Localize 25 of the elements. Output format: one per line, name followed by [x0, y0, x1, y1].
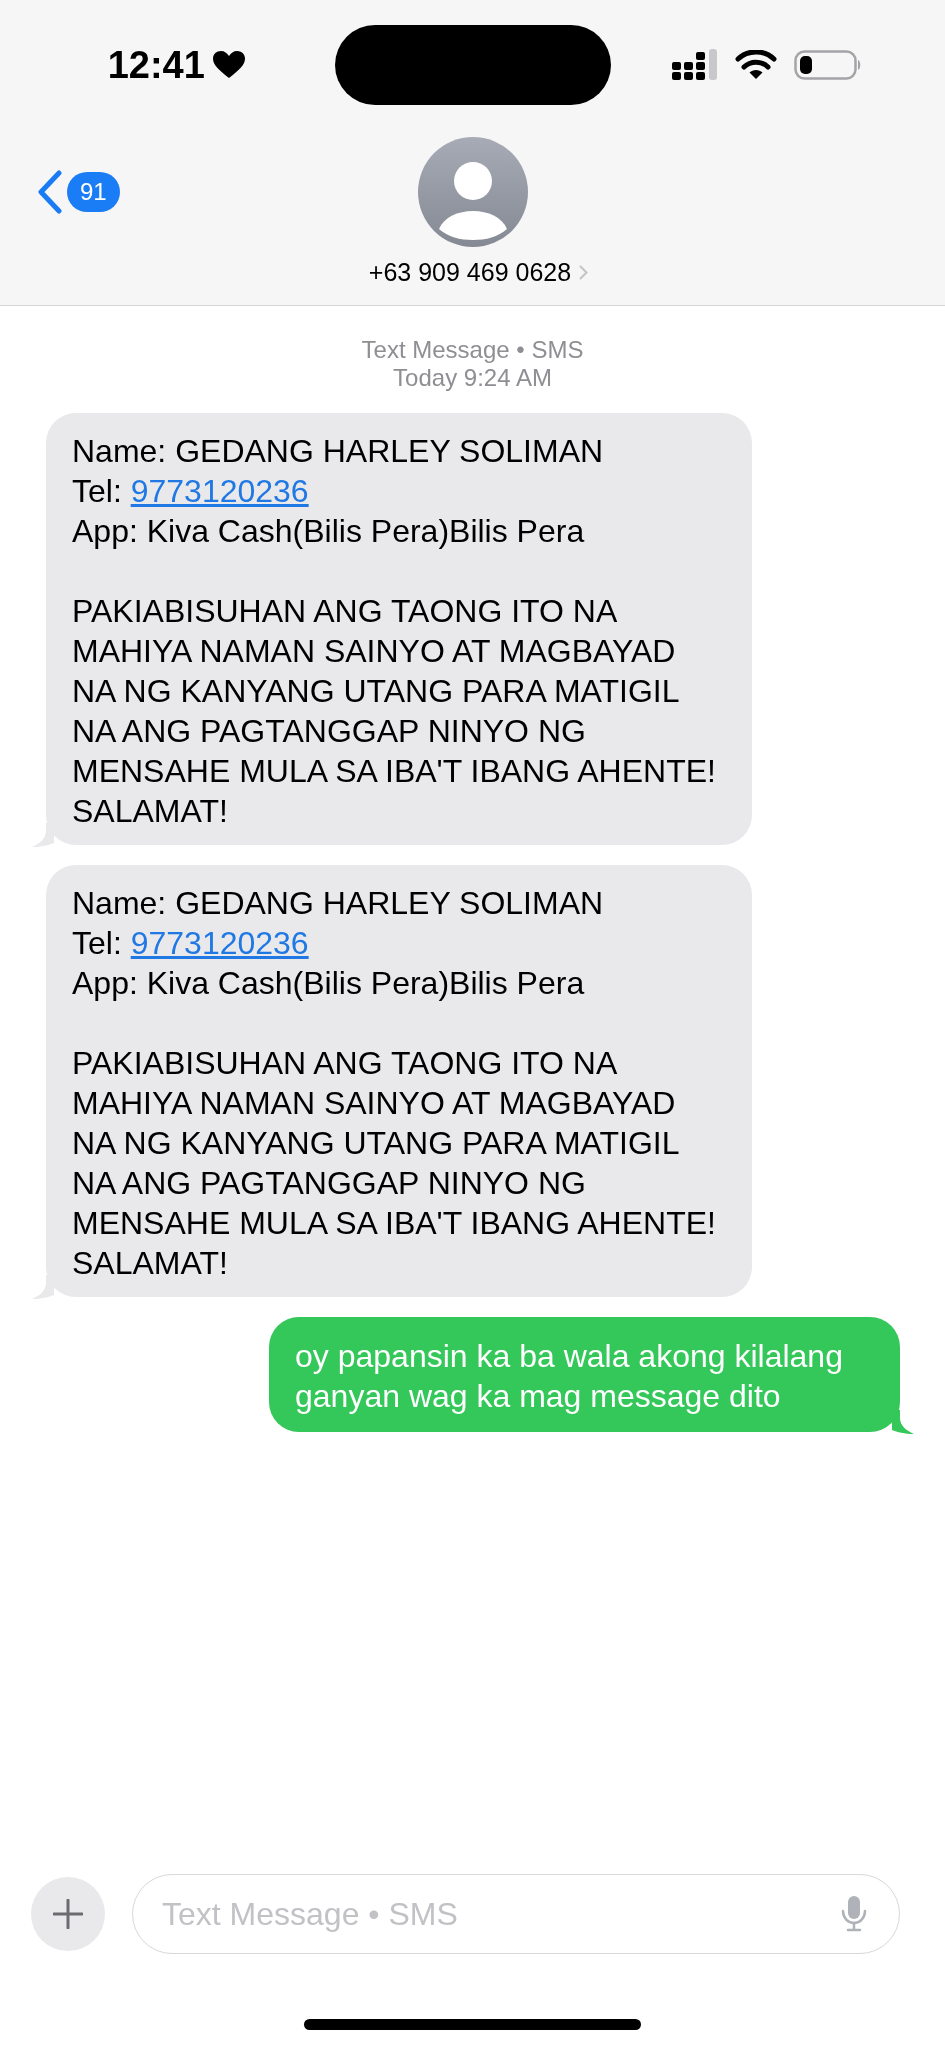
message-text: App: Kiva Cash(Bilis Pera)Bilis Pera: [72, 512, 586, 551]
message-text: PAKIABISUHAN ANG TAONG ITO NA MAHIYA NAMAN SAINYO AT MAGBAYAD NA NG KANYANG UTANG PARA MATIGIL NA ANG PAGTANGGAP NINYO NG MENSAHE MULA SA IBA'T IBANG AHENTE! SALAMAT!: [72, 592, 717, 831]
phone-link[interactable]: 9773120236: [130, 473, 309, 509]
microphone-icon[interactable]: [841, 1896, 867, 1932]
message-text: Name: GEDANG HARLEY SOLIMAN: [72, 884, 605, 923]
status-time: 12:41: [107, 43, 205, 87]
message-text: PAKIABISUHAN ANG TAONG ITO NA MAHIYA NAMAN SAINYO AT MAGBAYAD NA NG KANYANG UTANG PARA MATIGIL NA ANG PAGTANGGAP NINYO NG MENSAHE MULA SA IBA'T IBANG AHENTE! SALAMAT!: [72, 1044, 717, 1283]
message-text: Name: GEDANG HARLEY SOLIMAN: [72, 432, 605, 471]
wifi-icon: [734, 50, 777, 80]
signal-icon: [671, 49, 718, 81]
message-text: App: Kiva Cash(Bilis Pera)Bilis Pera: [72, 964, 586, 1003]
message-text: Tel:: [72, 473, 122, 509]
battery-icon: [793, 50, 862, 80]
message-text: oy papansin ka ba wala akong kilalang ganyan wag ka mag message dito: [295, 1337, 844, 1416]
service-label: Text Message • SMS: [361, 336, 584, 364]
unread-badge[interactable]: 91: [67, 172, 120, 212]
message-text: Tel:: [72, 925, 122, 961]
plus-icon[interactable]: [53, 1899, 83, 1929]
heart-icon: [212, 51, 245, 79]
message-field[interactable]: Text Message • SMS: [132, 1874, 900, 1954]
message-timestamp: Today 9:24 AM: [393, 364, 552, 392]
contact-number[interactable]: +63 909 469 0628: [368, 257, 572, 287]
phone-link[interactable]: 9773120236: [130, 925, 309, 961]
back-icon[interactable]: [37, 170, 63, 214]
avatar-icon[interactable]: [417, 137, 528, 247]
